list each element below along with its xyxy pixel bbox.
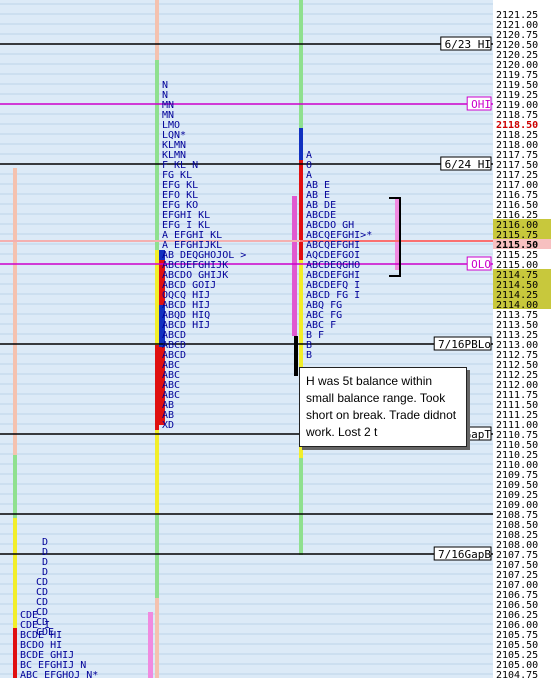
- period-color-bar-segment: [299, 160, 303, 260]
- period-color-bar-segment: [155, 430, 159, 515]
- reference-level-label: 6/23 HI: [445, 38, 491, 51]
- chart-canvas[interactable]: 6/23 HIOHI6/24 HIOLO7/16PBLo7/16GapT7/16…: [0, 0, 551, 682]
- period-color-bar-segment: [155, 515, 159, 598]
- reference-level-label: 7/16GapB: [438, 548, 491, 561]
- profile-a-upper-tpo: CDE: [36, 627, 54, 638]
- period-color-bar-segment: [299, 260, 303, 355]
- period-color-bar-segment: [155, 345, 159, 430]
- period-color-bar-segment: [299, 128, 303, 160]
- period-color-bar-segment: [13, 518, 17, 628]
- period-color-bar-segment: [13, 168, 17, 455]
- trade-annotation-note: H was 5t balance within small balance ra…: [299, 367, 467, 447]
- period-color-bar-segment: [155, 0, 159, 60]
- period-color-bar-segment: [292, 196, 297, 336]
- reference-level-label: 7/16PBLo: [438, 338, 491, 351]
- period-color-bar-segment: [294, 336, 298, 376]
- period-color-bar-segment: [155, 60, 159, 250]
- period-color-bar-segment: [148, 612, 153, 678]
- plot-background: [0, 0, 493, 678]
- reference-level-label: 6/24 HI: [445, 158, 491, 171]
- profile-a-tpo-row: ABC EFGHOJ N*: [20, 670, 98, 678]
- market-profile-chart: 6/23 HIOHI6/24 HIOLO7/16PBLo7/16GapT7/16…: [0, 0, 551, 682]
- profile-b-tpo-row: XD: [162, 420, 174, 431]
- period-color-bar-segment: [13, 455, 17, 518]
- reference-level-label: OLO: [471, 258, 491, 271]
- profile-c-tpo-row: B: [306, 350, 312, 361]
- price-tick-label: 2104.75: [496, 670, 538, 678]
- period-color-bar-segment: [155, 598, 159, 678]
- period-color-bar-segment: [299, 0, 303, 128]
- period-color-bar-segment: [299, 458, 303, 555]
- reference-level-label: OHI: [471, 98, 491, 111]
- period-color-bar-segment: [13, 628, 17, 678]
